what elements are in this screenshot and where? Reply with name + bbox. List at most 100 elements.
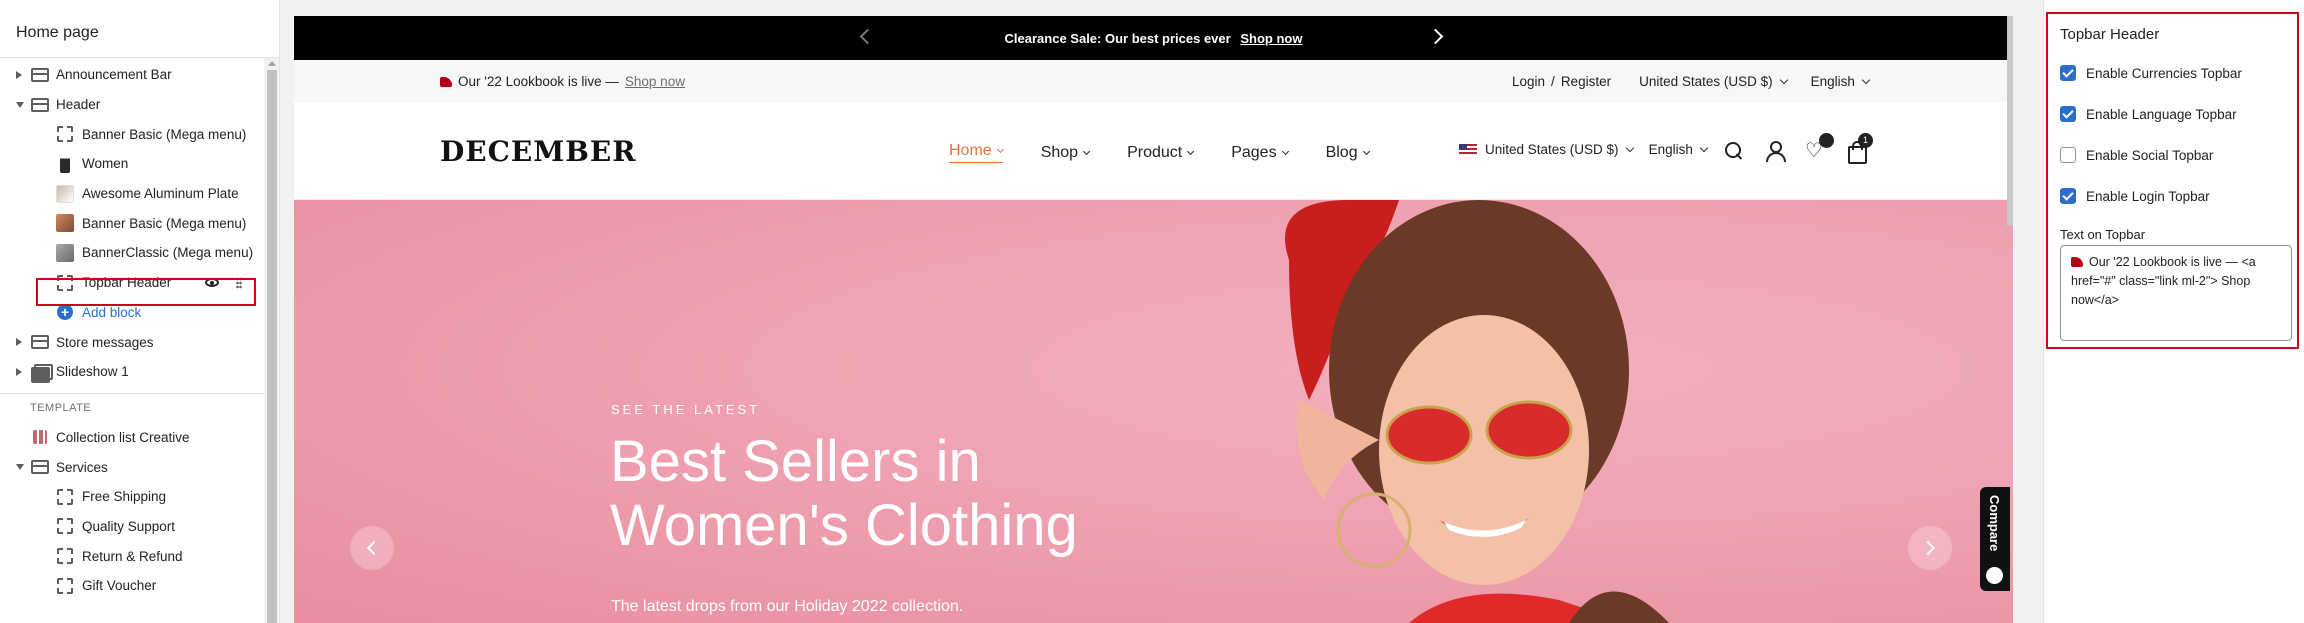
cart-count-badge: 1 <box>1858 133 1873 148</box>
block-label: Free Shipping <box>82 489 167 505</box>
register-link[interactable]: Register <box>1561 74 1611 89</box>
announcement-link[interactable]: Shop now <box>1240 31 1302 46</box>
hero-title-line: Best Sellers in <box>610 429 981 494</box>
text-on-topbar-textarea[interactable]: Our '22 Lookbook is live — <a href="#" c… <box>2060 245 2292 341</box>
storefront-preview: Clearance Sale: Our best prices ever Sho… <box>294 16 2013 623</box>
image-thumbnail <box>56 214 74 233</box>
enable-login-checkbox[interactable]: Enable Login Topbar <box>2060 188 2210 204</box>
caret-down-icon[interactable] <box>16 464 24 471</box>
section-services[interactable]: Services <box>0 452 264 482</box>
section-collection-list[interactable]: Collection list Creative <box>0 423 264 453</box>
section-label: Slideshow 1 <box>56 364 129 380</box>
topbar-message: Our '22 Lookbook is live — Shop now <box>440 74 685 89</box>
language-label: English <box>1648 142 1693 157</box>
sections-sidebar: Home page Announcement Bar Header Banner… <box>0 0 280 623</box>
caret-down-icon[interactable] <box>16 101 24 108</box>
chevron-down-icon <box>1281 147 1289 155</box>
nav-shop[interactable]: Shop <box>1040 142 1091 163</box>
add-block-label: Add block <box>82 304 142 320</box>
scrollbar-thumb[interactable] <box>267 70 277 623</box>
section-store-messages[interactable]: Store messages <box>0 327 264 357</box>
block-banner-basic[interactable]: Banner Basic (Mega menu) <box>0 119 264 149</box>
us-flag-icon <box>1459 143 1477 156</box>
topbar-currency-select[interactable]: United States (USD $) <box>1639 74 1788 89</box>
section-label: Collection list Creative <box>56 429 190 445</box>
block-icon <box>57 488 73 505</box>
slide-prev-button[interactable] <box>350 526 394 570</box>
block-label: Banner Basic (Mega menu) <box>82 126 247 142</box>
header-language-select[interactable]: English <box>1648 142 1709 157</box>
lookbook-link[interactable]: Shop now <box>625 74 685 89</box>
sidebar-scrollbar[interactable] <box>264 58 279 623</box>
compare-toggle-icon <box>1986 567 2003 584</box>
selected-block-highlight <box>36 278 256 306</box>
section-header[interactable]: Header <box>0 90 264 120</box>
block-gift-voucher[interactable]: Gift Voucher <box>0 571 264 601</box>
chevron-down-icon <box>1625 143 1634 152</box>
announcement-text: Clearance Sale: Our best prices ever <box>1004 31 1231 46</box>
block-banner-basic-2[interactable]: Banner Basic (Mega menu) <box>0 208 264 238</box>
checkbox-checked-icon[interactable] <box>2060 65 2076 81</box>
block-quality-support[interactable]: Quality Support <box>0 512 264 542</box>
hero-model-image <box>1285 200 1669 623</box>
language-label: English <box>1810 74 1855 89</box>
caret-right-icon[interactable] <box>16 338 22 347</box>
block-women[interactable]: Women <box>0 149 264 179</box>
section-icon <box>31 97 49 112</box>
search-icon[interactable] <box>1723 140 1745 162</box>
block-label: Gift Voucher <box>82 578 157 594</box>
login-link[interactable]: Login <box>1512 74 1545 89</box>
nav-home[interactable]: Home <box>949 142 1004 163</box>
block-banner-classic[interactable]: BannerClassic (Mega menu) <box>0 238 264 268</box>
hero-title: Best Sellers in Women's Clothing <box>610 430 1210 558</box>
checkbox-checked-icon[interactable] <box>2060 106 2076 122</box>
compare-label: Compare <box>1987 495 2002 552</box>
nav-pages[interactable]: Pages <box>1231 142 1289 163</box>
block-icon <box>57 126 73 143</box>
section-announcement-bar[interactable]: Announcement Bar <box>0 60 264 90</box>
block-label: Awesome Aluminum Plate <box>82 186 239 202</box>
preview-scrollbar-thumb[interactable] <box>2007 16 2013 226</box>
slide-next-button[interactable] <box>1908 526 1952 570</box>
text-on-topbar-label: Text on Topbar <box>2060 227 2146 242</box>
site-logo[interactable]: DECEMBER <box>440 135 637 168</box>
enable-currencies-checkbox[interactable]: Enable Currencies Topbar <box>2060 65 2242 81</box>
nav-blog[interactable]: Blog <box>1326 142 1370 163</box>
nav-label: Shop <box>1040 143 1079 161</box>
checkbox-label: Enable Currencies Topbar <box>2086 65 2242 81</box>
block-icon <box>57 577 73 594</box>
hero-slideshow: SEE THE LATEST Best Sellers in Women's C… <box>294 200 2013 623</box>
textarea-value: Our '22 Lookbook is live — <a href="#" c… <box>2071 255 2260 307</box>
scroll-up-arrow-icon[interactable] <box>268 61 276 66</box>
section-label: Store messages <box>56 334 154 350</box>
enable-language-checkbox[interactable]: Enable Language Topbar <box>2060 106 2237 122</box>
topbar: Our '22 Lookbook is live — Shop now Logi… <box>294 60 2013 102</box>
wishlist-badge <box>1819 133 1834 148</box>
section-slideshow[interactable]: Slideshow 1 <box>0 357 264 387</box>
checkbox-checked-icon[interactable] <box>2060 188 2076 204</box>
block-awesome-aluminum-plate[interactable]: Awesome Aluminum Plate <box>0 179 264 209</box>
checkbox-label: Enable Social Topbar <box>2086 147 2214 163</box>
block-settings-panel: Topbar Header Enable Currencies Topbar E… <box>2043 0 2304 623</box>
nav-label: Product <box>1127 143 1183 161</box>
block-return-refund[interactable]: Return & Refund <box>0 541 264 571</box>
main-nav: Home Shop Product Pages Blog <box>949 142 1407 163</box>
topbar-language-select[interactable]: English <box>1810 74 1871 89</box>
section-label: Announcement Bar <box>56 67 172 83</box>
header-currency-select[interactable]: United States (USD $) <box>1459 142 1634 157</box>
caret-right-icon[interactable] <box>16 367 22 376</box>
chevron-down-icon <box>1779 75 1788 84</box>
caret-right-icon[interactable] <box>16 70 22 79</box>
enable-social-checkbox[interactable]: Enable Social Topbar <box>2060 147 2213 163</box>
account-icon[interactable] <box>1764 140 1786 162</box>
nav-label: Pages <box>1231 143 1277 161</box>
compare-tab[interactable]: Compare <box>1980 487 2010 591</box>
checkbox-unchecked-icon[interactable] <box>2060 147 2076 163</box>
hero-background <box>294 200 2013 623</box>
slideshow-icon <box>31 363 53 383</box>
nav-product[interactable]: Product <box>1127 142 1195 163</box>
site-header: DECEMBER Home Shop Product Pages Blog Un… <box>294 102 2013 200</box>
hero-title-line: Women's Clothing <box>610 493 1078 558</box>
lookbook-text: Our '22 Lookbook is live — <box>458 74 619 89</box>
block-free-shipping[interactable]: Free Shipping <box>0 482 264 512</box>
